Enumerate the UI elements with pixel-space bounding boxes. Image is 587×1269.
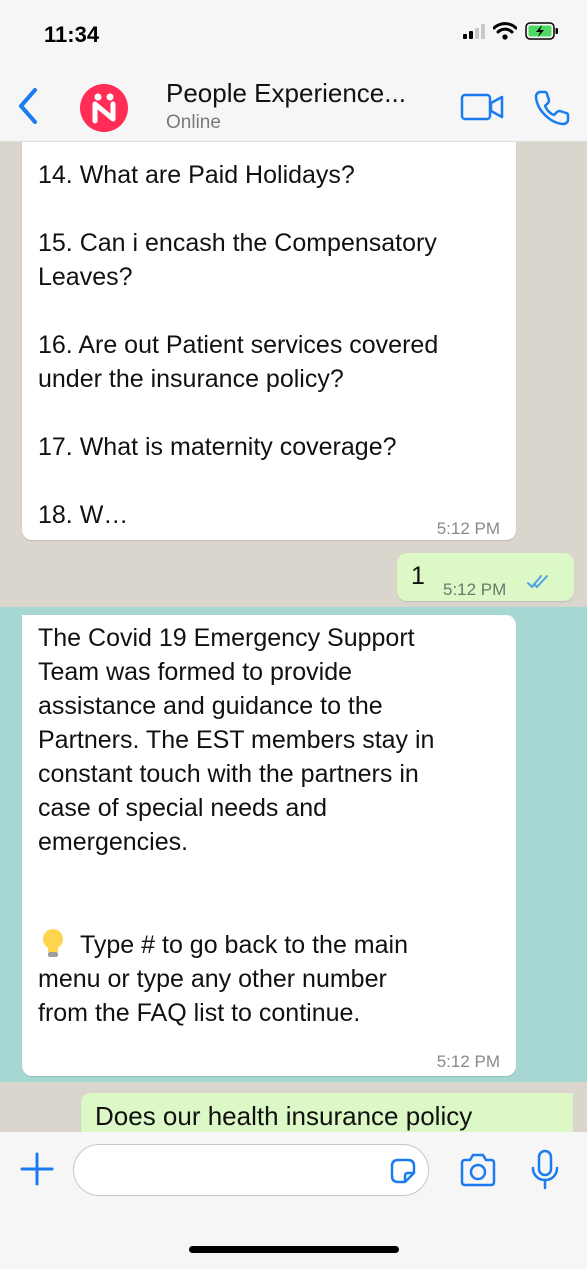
message-line: Team was formed to provide	[38, 658, 353, 686]
battery-charging-icon	[525, 22, 558, 40]
message-line: Type # to go back to the main	[80, 931, 408, 959]
contact-name[interactable]: People Experience...	[166, 78, 406, 109]
message-line: Leaves?	[38, 263, 133, 291]
back-button[interactable]	[12, 86, 44, 126]
contact-logo-icon	[92, 93, 116, 124]
message-text: 1	[411, 562, 425, 590]
chevron-left-icon	[19, 88, 37, 124]
status-icons	[463, 22, 559, 40]
contact-avatar[interactable]	[80, 84, 128, 132]
phone-icon	[534, 90, 570, 126]
message-time: 5:12 PM	[436, 519, 500, 538]
message-input[interactable]	[73, 1144, 429, 1196]
cellular-signal-icon	[463, 23, 485, 39]
read-receipt-icon	[527, 575, 548, 588]
message-line: Partners. The EST members stay in	[38, 726, 435, 754]
message-line: menu or type any other number	[38, 965, 387, 993]
message-line: 18. W…	[38, 501, 129, 529]
message-line: 16. Are out Patient services covered	[38, 331, 439, 359]
message-line: constant touch with the partners in	[38, 760, 419, 788]
sticker-icon	[390, 1158, 416, 1184]
home-indicator	[189, 1246, 399, 1253]
voice-call-button[interactable]	[532, 88, 572, 128]
message-line: assistance and guidance to the	[38, 692, 383, 720]
video-call-button[interactable]	[460, 90, 506, 124]
message-line: case of special needs and	[38, 794, 328, 822]
microphone-icon	[531, 1149, 559, 1190]
contact-status: Online	[166, 112, 221, 133]
camera-icon	[460, 1153, 496, 1187]
camera-button[interactable]	[458, 1152, 498, 1188]
plus-icon	[20, 1152, 54, 1186]
incoming-message-faq-list[interactable]: 14. What are Paid Holidays? 15. Can i en…	[22, 142, 516, 540]
answer-tip: Type # to go back to the main menu or ty…	[38, 927, 498, 1030]
compose-bar	[0, 1132, 587, 1269]
chat-header: People Experience... Online	[0, 64, 587, 142]
message-line: under the insurance policy?	[38, 365, 344, 393]
message-text: Does our health insurance policy	[95, 1101, 473, 1131]
microphone-button[interactable]	[530, 1148, 560, 1192]
sticker-button[interactable]	[388, 1156, 418, 1186]
message-line: 15. Can i encash the Compensatory	[38, 229, 437, 257]
status-bar: 11:34	[0, 0, 587, 64]
outgoing-message-partial[interactable]: Does our health insurance policy	[81, 1093, 573, 1132]
message-line: emergencies.	[38, 828, 189, 856]
message-line: The Covid 19 Emergency Support	[38, 624, 415, 652]
message-line: 17. What is maternity coverage?	[38, 433, 397, 461]
message-line: from the FAQ list to continue.	[38, 999, 361, 1027]
lightbulb-icon	[43, 929, 63, 957]
incoming-message-answer[interactable]: The Covid 19 Emergency Support Team was …	[22, 615, 516, 1076]
chat-area[interactable]: 14. What are Paid Holidays? 15. Can i en…	[0, 142, 587, 1132]
answer-paragraph: The Covid 19 Emergency Support Team was …	[38, 621, 498, 859]
status-time: 11:34	[44, 22, 100, 47]
wifi-icon	[493, 22, 517, 40]
tip-line-1: Type # to go back to the main	[38, 927, 498, 962]
message-time: 5:12 PM	[443, 580, 507, 599]
message-line: 14. What are Paid Holidays?	[38, 161, 355, 189]
video-camera-icon	[460, 93, 504, 121]
message-time: 5:12 PM	[436, 1052, 500, 1071]
outgoing-message[interactable]: 1 5:12 PM	[397, 553, 574, 601]
attach-button[interactable]	[18, 1150, 56, 1188]
